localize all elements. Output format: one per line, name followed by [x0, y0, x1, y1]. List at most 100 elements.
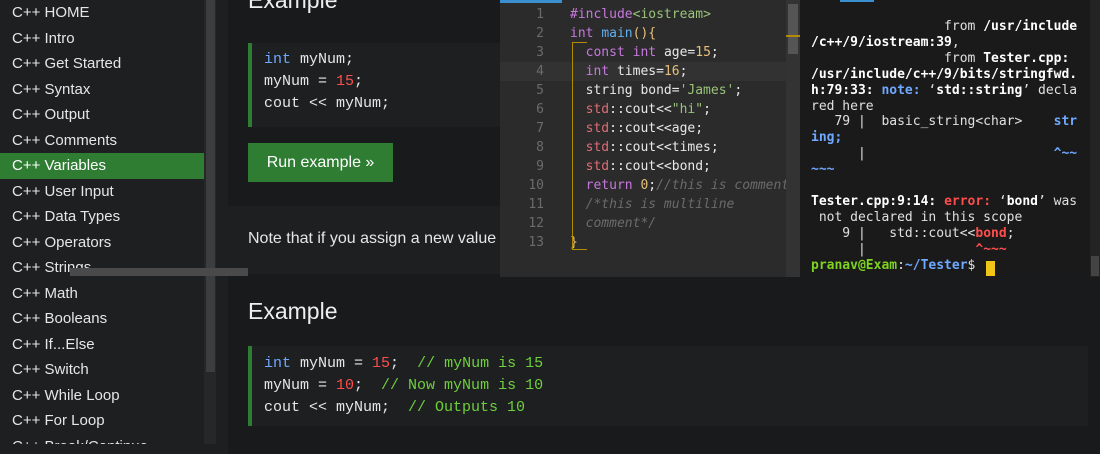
- example-title: Example: [248, 298, 338, 324]
- terminal-token: not declared in this scope: [811, 209, 1023, 225]
- line-number: 8: [536, 140, 544, 155]
- editor-code: std::cout<<"hi";: [570, 100, 711, 119]
- terminal-token: ^~~~: [975, 241, 1007, 257]
- line-number: 5: [536, 83, 544, 98]
- code-line: cout << myNum; // Outputs 10: [252, 397, 1088, 419]
- code-token: ::cout<<bond;: [609, 159, 711, 174]
- terminal-token: from: [811, 50, 984, 66]
- sidebar-item[interactable]: C++ Get Started: [0, 51, 204, 77]
- sidebar-item[interactable]: C++ Booleans: [0, 306, 204, 332]
- sidebar-item[interactable]: C++ Comments: [0, 128, 204, 154]
- code-token: 10: [336, 377, 355, 394]
- editor-line: 10 return 0;//this is comment: [500, 176, 800, 195]
- sidebar-item[interactable]: C++ Switch: [0, 357, 204, 383]
- code-token: ::cout<<age;: [609, 121, 704, 136]
- sidebar-item[interactable]: C++ Data Types: [0, 204, 204, 230]
- code-token: myNum =: [291, 355, 373, 372]
- editor-scroll-thumb[interactable]: [788, 4, 798, 54]
- editor-horizontal-scrollbar[interactable]: [70, 268, 248, 276]
- terminal-token: ’ was: [1038, 193, 1078, 209]
- terminal-token: Tester.cpp:: [983, 50, 1070, 66]
- line-number: 1: [536, 7, 544, 22]
- editor-indent-guide: [572, 42, 587, 250]
- terminal-line: ~~~: [811, 162, 834, 178]
- terminal-line: not declared in this scope: [811, 209, 1023, 226]
- example-title: Example: [248, 0, 338, 13]
- line-number: 2: [536, 26, 544, 41]
- terminal-token: ing;: [811, 130, 843, 146]
- editor-line: 1 #include<iostream>: [500, 5, 800, 24]
- terminal-line: red here: [811, 99, 874, 115]
- terminal-token: from: [811, 19, 984, 34]
- terminal-token: ~~~: [811, 162, 835, 178]
- editor-tab-indicator: [500, 0, 562, 3]
- sidebar-item[interactable]: C++ While Loop: [0, 383, 204, 409]
- editor-line: 4 int times=16;: [500, 62, 800, 81]
- line-number: 13: [528, 235, 544, 250]
- code-editor[interactable]: 1 #include<iostream> 2 int main(){3 const i…: [500, 0, 800, 277]
- terminal-scrollbar[interactable]: [1090, 0, 1100, 277]
- sidebar-item[interactable]: C++ HOME: [0, 0, 204, 26]
- code-token: std: [585, 159, 610, 174]
- sidebar-item[interactable]: C++ User Input: [0, 179, 204, 205]
- code-token: ;: [710, 45, 719, 60]
- code-token: 16: [663, 64, 680, 79]
- code-token: int: [264, 355, 292, 372]
- code-token: // Now myNum is 10: [381, 377, 544, 394]
- line-number: 7: [536, 121, 544, 136]
- sidebar-item[interactable]: C++ Intro: [0, 26, 204, 52]
- code-token: ;: [679, 64, 688, 79]
- run-example-button[interactable]: Run example »: [248, 143, 393, 182]
- code-token: ;: [354, 73, 364, 90]
- code-token: times=: [616, 64, 664, 79]
- terminal-token: error:: [944, 193, 999, 209]
- editor-code: std::cout<<bond;: [570, 157, 711, 176]
- editor-code: int times=16;: [570, 62, 688, 81]
- code-token: std: [585, 140, 610, 155]
- code-token: myNum =: [264, 73, 337, 90]
- terminal-scrollbar-thumb[interactable]: [1091, 256, 1099, 276]
- sidebar-item[interactable]: C++ Math: [0, 281, 204, 307]
- code-token: // myNum is 15: [417, 355, 544, 372]
- sidebar-item[interactable]: C++ Operators: [0, 230, 204, 256]
- editor-line: 6 std::cout<<"hi";: [500, 100, 800, 119]
- sidebar-item[interactable]: C++ Variables: [0, 153, 204, 179]
- terminal-line: pranav@Exam:~/Tester$: [811, 258, 983, 274]
- terminal-token: /usr/include: [983, 19, 1078, 34]
- terminal-token: ’ decla: [1022, 82, 1078, 98]
- line-number: 4: [536, 64, 544, 79]
- sidebar-item[interactable]: C++ For Loop: [0, 408, 204, 434]
- terminal-token: ,: [951, 34, 960, 50]
- terminal-line: Tester.cpp:9:14: error: ‘bond’ was: [811, 194, 1077, 210]
- line-number: 3: [536, 45, 544, 60]
- editor-code: return 0;//this is comment: [570, 176, 790, 195]
- code-token: 15: [695, 45, 711, 60]
- sidebar-item[interactable]: C++ Break/Continue: [0, 434, 204, 445]
- editor-line: 9 std::cout<<bond;: [500, 157, 800, 176]
- terminal-token: ^~~: [1053, 146, 1078, 162]
- editor-line: 7 std::cout<<age;: [500, 119, 800, 138]
- terminal-cursor: [986, 261, 995, 276]
- sidebar-item[interactable]: C++ Output: [0, 102, 204, 128]
- example-panel-2: Example int myNum = 15; // myNum is 15 my…: [228, 274, 1100, 454]
- terminal-line: /usr/include/c++/9/bits/stringfwd.: [811, 67, 1077, 83]
- sidebar-item[interactable]: C++ If...Else: [0, 332, 204, 358]
- terminal-line: | ^~~~: [811, 242, 1007, 258]
- terminal-token: str: [1053, 114, 1078, 130]
- editor-code: std::cout<<age;: [570, 119, 703, 138]
- terminal-token: Tester.cpp:9:14:: [811, 193, 945, 209]
- terminal-token: red here: [811, 98, 874, 114]
- editor-code: int main(){: [570, 24, 656, 43]
- terminal-token: note:: [881, 82, 929, 98]
- code-token: //this is comment: [656, 178, 790, 193]
- sidebar-scrollbar-thumb[interactable]: [206, 0, 215, 372]
- code-token: std: [585, 121, 610, 136]
- sidebar-item[interactable]: C++ Syntax: [0, 77, 204, 103]
- terminal-window[interactable]: from /usr/include/c++/9/iostream:39, fro…: [800, 0, 1100, 277]
- terminal-token: h:79:33:: [811, 82, 882, 98]
- code-token: const int: [585, 45, 664, 60]
- code-token: myNum;: [291, 51, 355, 68]
- code-token: #include: [570, 7, 633, 22]
- line-number: 6: [536, 102, 544, 117]
- code-token: comment*/: [585, 216, 657, 231]
